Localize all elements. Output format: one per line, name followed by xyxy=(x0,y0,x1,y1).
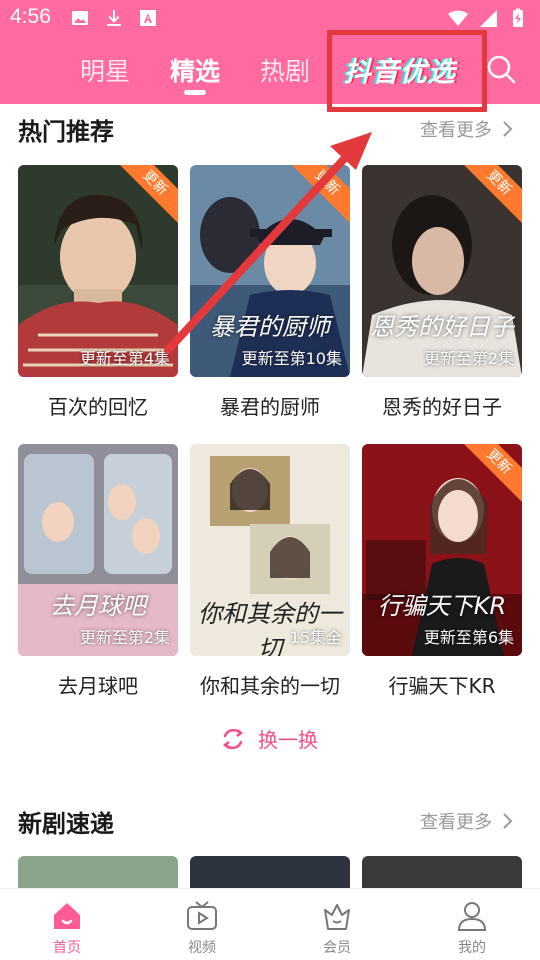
drama-card[interactable]: 更新 更新至第4集 百次的回忆 xyxy=(18,165,178,420)
new-view-more-link[interactable]: 查看更多 xyxy=(420,808,514,834)
nav-home[interactable]: 首页 xyxy=(27,899,107,957)
drama-card[interactable]: 更新 恩秀的好日子 更新至第2集 恩秀的好日子 xyxy=(362,165,522,420)
nav-video[interactable]: 视频 xyxy=(162,899,242,957)
refresh-button[interactable]: 换一换 xyxy=(220,724,318,753)
gallery-icon xyxy=(72,11,88,25)
tab-hot-dramas[interactable]: 热剧 xyxy=(260,52,310,88)
drama-poster[interactable]: 你和其余的一切 15集全 xyxy=(190,444,350,656)
download-icon xyxy=(107,10,121,26)
episode-label: 更新至第2集 xyxy=(423,349,514,368)
poster-caption: 去月球吧 xyxy=(50,592,146,620)
drama-poster[interactable]: 更新 更新至第4集 xyxy=(18,165,178,377)
nav-label: 我的 xyxy=(458,940,486,956)
drama-card[interactable]: 你和其余的一切 15集全 你和其余的一切 xyxy=(190,444,350,699)
view-more-label: 查看更多 xyxy=(420,812,492,833)
new-dramas-row xyxy=(0,856,540,890)
drama-poster[interactable] xyxy=(190,856,350,890)
episode-label: 更新至第10集 xyxy=(241,349,342,368)
drama-poster[interactable] xyxy=(362,856,522,890)
nav-label: 视频 xyxy=(188,940,216,956)
tab-stars[interactable]: 明星 xyxy=(80,52,130,88)
active-tab-indicator xyxy=(184,90,206,95)
wifi-icon xyxy=(448,10,468,26)
drama-poster[interactable]: 更新 行骗天下KR 更新至第6集 xyxy=(362,444,522,656)
battery-icon xyxy=(513,8,523,27)
bottom-nav: 首页 视频 会员 我的 xyxy=(0,888,540,960)
episode-label: 15集全 xyxy=(289,628,342,647)
nav-label: 会员 xyxy=(323,940,351,956)
hot-view-more-link[interactable]: 查看更多 xyxy=(420,116,514,142)
annotation-highlight-box xyxy=(327,30,487,112)
nav-label: 首页 xyxy=(53,940,81,956)
drama-card[interactable]: 去月球吧 更新至第2集 去月球吧 xyxy=(18,444,178,699)
tv-icon xyxy=(187,901,217,930)
drama-poster[interactable]: 更新 恩秀的好日子 更新至第2集 xyxy=(362,165,522,377)
signal-icon xyxy=(480,10,497,27)
episode-label: 更新至第4集 xyxy=(79,349,170,368)
drama-title[interactable]: 你和其余的一切 xyxy=(190,670,350,699)
tab-featured[interactable]: 精选 xyxy=(170,52,220,88)
episode-label: 更新至第6集 xyxy=(423,628,514,647)
drama-title[interactable]: 暴君的厨师 xyxy=(190,391,350,420)
font-icon xyxy=(140,10,156,26)
drama-title[interactable]: 行骗天下KR xyxy=(362,670,522,699)
view-more-label: 查看更多 xyxy=(420,120,492,141)
chevron-right-icon xyxy=(503,813,513,829)
drama-card[interactable]: 更新 暴君的厨师 更新至第10集 暴君的厨师 xyxy=(190,165,350,420)
drama-poster[interactable]: 更新 暴君的厨师 更新至第10集 xyxy=(190,165,350,377)
episode-label: 更新至第2集 xyxy=(79,628,170,647)
nav-vip[interactable]: 会员 xyxy=(297,899,377,957)
user-icon xyxy=(457,902,487,931)
drama-card[interactable]: 更新 行骗天下KR 更新至第6集 行骗天下KR xyxy=(362,444,522,699)
poster-caption: 恩秀的好日子 xyxy=(370,313,514,341)
drama-title[interactable]: 去月球吧 xyxy=(18,670,178,699)
refresh-label: 换一换 xyxy=(258,728,318,752)
nav-profile[interactable]: 我的 xyxy=(432,899,512,957)
section-title-new: 新剧速递 xyxy=(18,810,114,838)
drama-poster[interactable]: 去月球吧 更新至第2集 xyxy=(18,444,178,656)
section-title-hot: 热门推荐 xyxy=(18,118,114,146)
poster-caption: 暴君的厨师 xyxy=(210,313,330,341)
drama-title[interactable]: 百次的回忆 xyxy=(18,391,178,420)
status-time: 4:56 xyxy=(10,5,51,28)
poster-caption: 行骗天下KR xyxy=(377,592,507,620)
drama-title[interactable]: 恩秀的好日子 xyxy=(362,391,522,420)
home-icon xyxy=(54,903,80,929)
crown-icon xyxy=(324,904,350,930)
chevron-right-icon xyxy=(503,121,513,137)
refresh-icon xyxy=(222,728,244,749)
search-icon[interactable] xyxy=(484,52,518,86)
drama-poster[interactable] xyxy=(18,856,178,890)
